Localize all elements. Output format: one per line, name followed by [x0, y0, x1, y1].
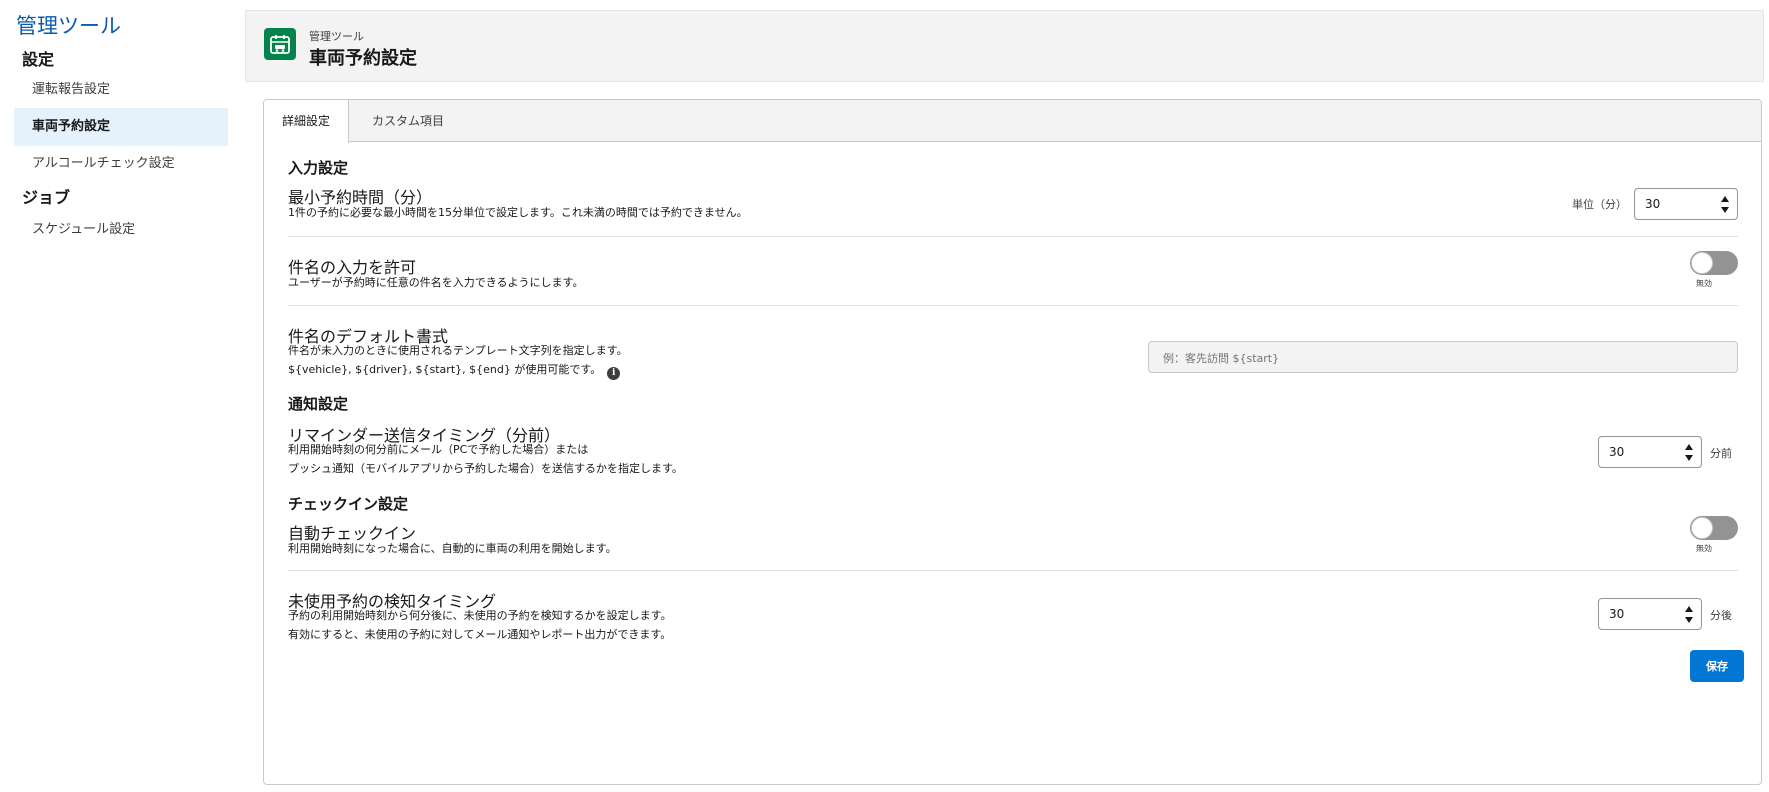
page-header: 管理ツール 車両予約設定 — [245, 10, 1764, 82]
allow-subject-toggle-label: 無効 — [1696, 279, 1712, 288]
app-title: 管理ツール — [16, 14, 121, 38]
sidebar-section-settings-heading: 設定 — [22, 50, 55, 69]
tab-custom-fields[interactable]: カスタム項目 — [354, 100, 462, 142]
toggle-knob — [1691, 252, 1713, 274]
subject-format-variables: ${vehicle}, ${driver}, ${start}, ${end} … — [288, 363, 602, 376]
group-heading-notify: 通知設定 — [288, 395, 349, 413]
sidebar-item-vehicle-reservation-settings[interactable]: 車両予約設定 — [14, 108, 228, 146]
breadcrumb: 管理ツール — [309, 30, 364, 43]
sidebar-item-drive-report-settings[interactable]: 運転報告設定 — [14, 71, 228, 109]
min-time-unit-label: 単位（分） — [1572, 198, 1627, 211]
min-time-stepper[interactable]: 30 — [1634, 188, 1738, 220]
subject-format-desc-line2: ${vehicle}, ${driver}, ${start}, ${end} … — [288, 360, 621, 380]
reminder-desc-line2: プッシュ通知（モバイルアプリから予約した場合）を送信するかを指定します。 — [288, 462, 683, 475]
sidebar-section-jobs-heading: ジョブ — [22, 188, 71, 207]
unused-detect-value: 30 — [1609, 607, 1625, 621]
subject-format-input[interactable]: 例：客先訪問 ${start} — [1148, 341, 1738, 373]
unused-detect-stepper[interactable]: 30 — [1598, 598, 1702, 630]
allow-subject-desc: ユーザーが予約時に任意の件名を入力できるようにします。 — [288, 276, 584, 289]
sidebar: 管理ツール 設定 運転報告設定 車両予約設定 アルコールチェック設定 ジョブ ス… — [0, 0, 240, 792]
info-icon[interactable]: i — [607, 367, 621, 380]
save-button[interactable]: 保存 — [1690, 650, 1744, 682]
allow-subject-toggle[interactable] — [1690, 251, 1738, 275]
tab-detail-settings[interactable]: 詳細設定 — [264, 100, 350, 143]
divider — [288, 305, 1738, 306]
spinner-icon[interactable] — [1721, 196, 1729, 214]
unused-detect-unit-label: 分後 — [1710, 609, 1732, 622]
min-time-value: 30 — [1645, 197, 1661, 211]
group-heading-input: 入力設定 — [288, 159, 349, 177]
spinner-icon[interactable] — [1685, 444, 1693, 462]
reminder-desc-line1: 利用開始時刻の何分前にメール（PCで予約した場合）または — [288, 443, 589, 456]
subject-format-desc-line1: 件名が未入力のときに使用されるテンプレート文字列を指定します。 — [288, 344, 628, 357]
reminder-stepper[interactable]: 30 — [1598, 436, 1702, 468]
sidebar-item-schedule-settings[interactable]: スケジュール設定 — [14, 211, 228, 249]
divider — [288, 236, 1738, 237]
tab-bar: 詳細設定 カスタム項目 — [264, 100, 1761, 143]
settings-card: 詳細設定 カスタム項目 入力設定 最小予約時間（分） 1件の予約に必要な最小時間… — [263, 99, 1762, 785]
unused-detect-desc-line2: 有効にすると、未使用の予約に対してメール通知やレポート出力ができます。 — [288, 628, 672, 641]
subject-format-placeholder: 例：客先訪問 ${start} — [1163, 352, 1280, 365]
unused-detect-desc-line1: 予約の利用開始時刻から何分後に、未使用の予約を検知するかを設定します。 — [288, 609, 672, 622]
min-time-desc: 1件の予約に必要な最小時間を15分単位で設定します。これ未満の時間では予約できま… — [288, 206, 748, 219]
reminder-value: 30 — [1609, 445, 1625, 459]
divider — [288, 570, 1738, 571]
spinner-icon[interactable] — [1685, 606, 1693, 624]
group-heading-checkin: チェックイン設定 — [288, 495, 409, 513]
toggle-knob — [1691, 517, 1713, 539]
auto-checkin-desc: 利用開始時刻になった場合に、自動的に車両の利用を開始します。 — [288, 542, 617, 555]
sidebar-item-alcohol-check-settings[interactable]: アルコールチェック設定 — [14, 145, 228, 183]
calendar-car-icon — [264, 28, 296, 60]
page-title: 車両予約設定 — [309, 48, 417, 69]
reminder-unit-label: 分前 — [1710, 447, 1732, 460]
auto-checkin-toggle[interactable] — [1690, 516, 1738, 540]
auto-checkin-toggle-label: 無効 — [1696, 544, 1712, 553]
